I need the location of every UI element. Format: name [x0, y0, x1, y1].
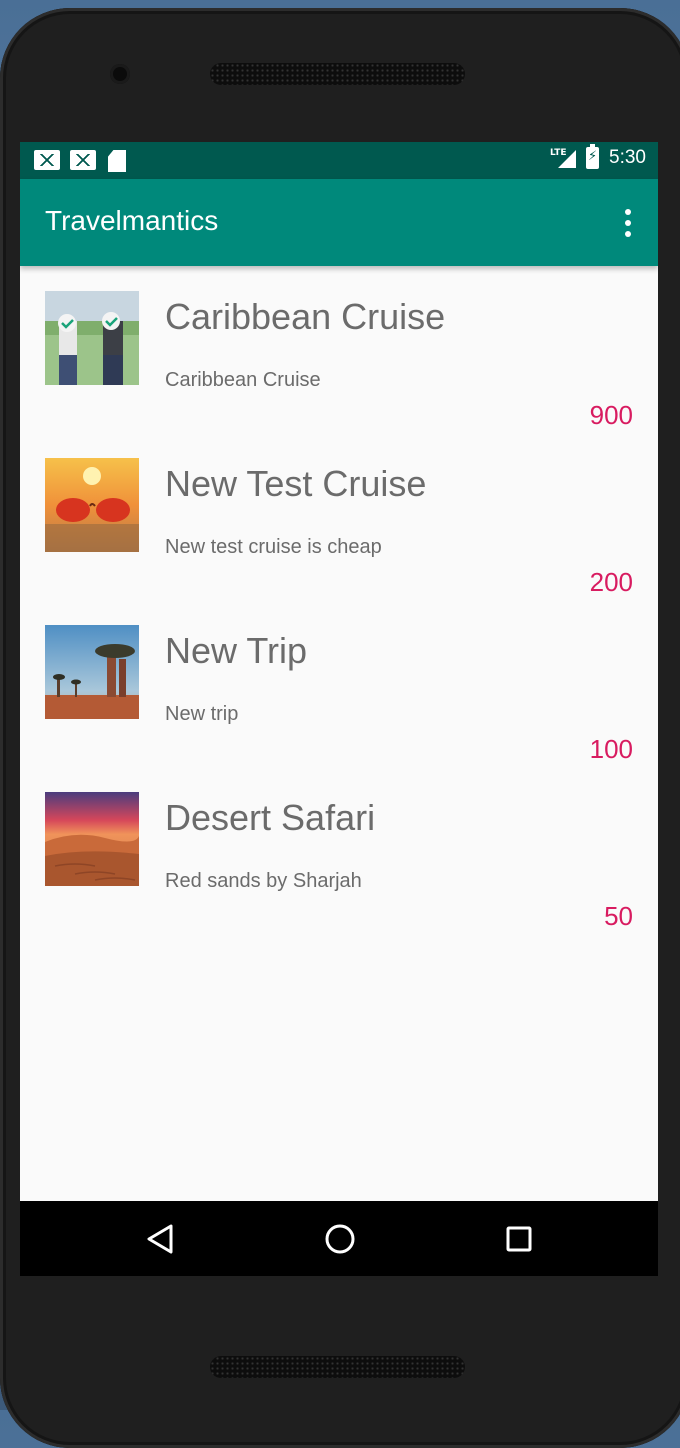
recent-apps-icon[interactable] — [505, 1223, 533, 1255]
signal-icon: LTE — [550, 146, 576, 170]
deal-thumbnail — [45, 625, 139, 719]
status-bar: LTE 5:30 — [20, 142, 658, 179]
deal-price: 200 — [589, 567, 633, 597]
deal-price: 900 — [589, 400, 633, 430]
deal-title: New Test Cruise — [165, 463, 427, 504]
system-nav-bar — [20, 1201, 658, 1276]
deal-title: New Trip — [165, 630, 308, 671]
deal-list: Caribbean Cruise Caribbean Cruise 900 Ne… — [20, 266, 658, 934]
notification-icons — [34, 150, 126, 172]
status-time: 5:30 — [609, 147, 646, 168]
deal-list-item[interactable]: Caribbean Cruise Caribbean Cruise 900 — [20, 266, 658, 433]
back-icon[interactable] — [146, 1223, 174, 1255]
network-type: LTE — [550, 148, 567, 158]
sd-card-icon — [108, 150, 126, 172]
deal-list-item[interactable]: New Trip New trip 100 — [20, 600, 658, 767]
overflow-menu-icon[interactable] — [624, 209, 632, 237]
battery-charging-icon — [586, 144, 600, 169]
bottom-speaker — [210, 1356, 465, 1378]
deal-description: Caribbean Cruise — [165, 369, 321, 391]
deal-thumbnail — [45, 458, 139, 552]
app-title: Travelmantics — [45, 205, 219, 236]
deal-thumbnail — [45, 792, 139, 886]
deal-description: New test cruise is cheap — [165, 536, 382, 558]
front-camera — [110, 64, 130, 84]
home-icon[interactable] — [324, 1223, 356, 1255]
app-screen: LTE 5:30 Travelmantics Caribbean Cr — [20, 142, 658, 1276]
mail-icon — [70, 150, 96, 170]
earpiece-speaker — [210, 63, 465, 85]
deal-description: New trip — [165, 703, 239, 725]
deal-description: Red sands by Sharjah — [165, 870, 362, 892]
deal-list-item[interactable]: Desert Safari Red sands by Sharjah 50 — [20, 767, 658, 934]
deal-price: 50 — [604, 901, 633, 931]
deal-list-item[interactable]: New Test Cruise New test cruise is cheap… — [20, 433, 658, 600]
deal-title: Caribbean Cruise — [165, 296, 446, 337]
deal-thumbnail — [45, 291, 139, 385]
app-bar: Travelmantics — [20, 179, 658, 266]
deal-price: 100 — [589, 734, 633, 764]
deal-title: Desert Safari — [165, 797, 376, 838]
mail-icon — [34, 150, 60, 170]
status-right: LTE 5:30 — [550, 144, 646, 170]
